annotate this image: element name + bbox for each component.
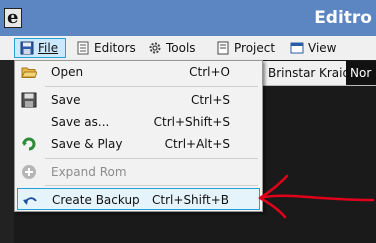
menu-expand-rom-label: Expand Rom: [51, 165, 127, 179]
menu-editors-label: Editors: [94, 41, 136, 55]
title-bar: e Editro: [0, 0, 376, 36]
window-icon: [290, 41, 304, 55]
menu-save-label: Save: [51, 93, 81, 107]
menu-view[interactable]: View: [285, 38, 341, 58]
menu-save-play-label: Save & Play: [51, 137, 123, 151]
menu-save-as-label: Save as...: [51, 115, 110, 129]
save-play-icon: [21, 136, 37, 152]
editors-icon: [76, 41, 90, 55]
menu-open-label: Open: [51, 65, 84, 79]
menu-expand-rom: Expand Rom: [17, 161, 260, 183]
menu-separator: [45, 158, 258, 159]
menu-save-shortcut: Ctrl+S: [190, 93, 230, 107]
menu-save-as-shortcut: Ctrl+Shift+S: [153, 115, 230, 129]
menu-save-as[interactable]: Save as... Ctrl+Shift+S: [17, 111, 260, 133]
menu-tools-label: Tools: [166, 41, 196, 55]
save-icon: [21, 92, 37, 108]
undo-arrow-icon: [22, 192, 38, 208]
menu-separator: [45, 86, 258, 87]
menu-file[interactable]: File: [14, 38, 66, 58]
area-norfair-tab[interactable]: Nor: [346, 61, 376, 85]
menu-open-shortcut: Ctrl+O: [189, 65, 230, 79]
annotation-arrow: [258, 174, 375, 219]
menu-project-label: Project: [234, 41, 276, 55]
menu-save-play[interactable]: Save & Play Ctrl+Alt+S: [17, 133, 260, 155]
left-toolstrip: [0, 60, 14, 243]
project-icon: [216, 41, 230, 55]
menu-save[interactable]: Save Ctrl+S: [17, 89, 260, 111]
gear-icon: [148, 41, 162, 55]
menu-separator: [45, 185, 258, 186]
menu-project[interactable]: Project: [211, 38, 280, 58]
area-strip: Brinstar Kraid Nor: [262, 61, 376, 86]
app-icon[interactable]: e: [4, 7, 22, 28]
menu-save-play-shortcut: Ctrl+Alt+S: [164, 137, 230, 151]
menu-editors[interactable]: Editors: [71, 38, 141, 58]
menu-tools[interactable]: Tools: [143, 38, 201, 58]
file-menu-dropdown: Open Ctrl+O Save Ctrl+S Save as... Ctrl+…: [14, 60, 263, 212]
menu-create-backup-label: Create Backup: [52, 193, 140, 207]
menu-file-label: File: [38, 41, 59, 55]
menu-view-label: View: [308, 41, 337, 55]
menu-bar: File Editors Tools Project View: [0, 36, 376, 60]
window-title: Editro: [314, 8, 372, 28]
open-folder-icon: [21, 64, 38, 80]
menu-create-backup-shortcut: Ctrl+Shift+B: [152, 193, 229, 207]
plus-circle-icon: [21, 164, 37, 180]
floppy-disk-icon: [20, 41, 34, 55]
area-norfair: Nor: [350, 66, 372, 80]
menu-create-backup[interactable]: Create Backup Ctrl+Shift+B: [17, 188, 260, 210]
area-brinstar[interactable]: Brinstar: [268, 66, 315, 80]
menu-open[interactable]: Open Ctrl+O: [17, 61, 260, 83]
